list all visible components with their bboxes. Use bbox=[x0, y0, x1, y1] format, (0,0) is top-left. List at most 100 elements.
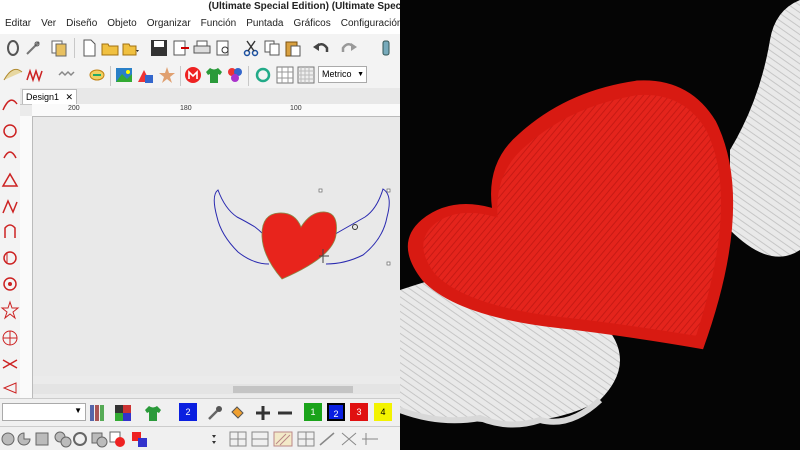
star-icon[interactable] bbox=[158, 66, 176, 84]
undo-icon[interactable] bbox=[312, 39, 330, 57]
embroidered-heart-photo bbox=[400, 0, 800, 450]
copy-icon[interactable] bbox=[263, 39, 281, 57]
design-canvas[interactable] bbox=[33, 117, 400, 376]
chevron-down-icon: ▼ bbox=[74, 406, 82, 415]
motif-fill-icon[interactable] bbox=[58, 66, 76, 84]
grid-lines-icon[interactable] bbox=[297, 66, 315, 84]
needle-icon[interactable] bbox=[24, 39, 42, 57]
triangle-tool-icon[interactable] bbox=[1, 172, 19, 187]
grid-icon[interactable] bbox=[276, 66, 294, 84]
menu-puntada[interactable]: Puntada bbox=[241, 16, 288, 34]
menu-organizar[interactable]: Organizar bbox=[142, 16, 196, 34]
thread-chart-select[interactable]: ▼ bbox=[2, 403, 86, 421]
arrow-tool-icon[interactable] bbox=[2, 382, 17, 394]
document-area: Design1 ✕ 200 180 100 bbox=[20, 88, 400, 398]
color-toolbar: ▼ 2 1 2 3 4 bbox=[0, 398, 400, 427]
wreath-icon[interactable] bbox=[254, 66, 272, 84]
grid-view-2-icon[interactable] bbox=[251, 431, 269, 447]
curve-tool-icon[interactable] bbox=[2, 99, 18, 111]
color-swatch-1[interactable]: 1 bbox=[304, 403, 322, 421]
shape-circle-icon[interactable] bbox=[1, 432, 15, 446]
units-select[interactable]: Metrico ▼ bbox=[318, 66, 367, 83]
star-fill-tool-icon[interactable] bbox=[0, 300, 20, 320]
arc-tool-icon[interactable] bbox=[3, 151, 17, 159]
shape-pie-icon[interactable] bbox=[17, 432, 31, 446]
new-file-icon[interactable] bbox=[80, 39, 98, 57]
thread-palette-icon[interactable] bbox=[88, 404, 106, 422]
red-heart-shape[interactable] bbox=[261, 211, 337, 280]
shape-overlap-icon[interactable] bbox=[54, 431, 72, 448]
align-tool-icon[interactable] bbox=[362, 433, 378, 445]
cut-icon[interactable] bbox=[242, 39, 260, 57]
more-options-icon[interactable] bbox=[212, 435, 216, 444]
shape-ring-icon[interactable] bbox=[73, 432, 87, 446]
open-dropdown-icon[interactable] bbox=[122, 39, 140, 57]
eyedropper-icon[interactable] bbox=[206, 404, 224, 422]
horizontal-scrollbar[interactable] bbox=[33, 384, 400, 394]
print-icon[interactable] bbox=[193, 39, 211, 57]
scrollbar-thumb[interactable] bbox=[233, 386, 353, 393]
monogram-icon[interactable] bbox=[184, 66, 202, 84]
embroidery-app-window: (Ultimate Special Edition) (Ultimate Spe… bbox=[0, 0, 400, 450]
remove-color-icon[interactable] bbox=[276, 404, 294, 422]
tshirt-icon[interactable] bbox=[205, 66, 223, 84]
open-folder-icon[interactable] bbox=[101, 39, 119, 57]
current-color-swatch[interactable]: 2 bbox=[179, 403, 197, 421]
shape-combine-icon[interactable] bbox=[91, 432, 108, 448]
image-icon[interactable] bbox=[115, 66, 133, 84]
measure-tool-icon[interactable] bbox=[341, 432, 357, 446]
menu-graficos[interactable]: Gráficos bbox=[289, 16, 336, 34]
color-swatch-4[interactable]: 4 bbox=[374, 403, 392, 421]
colors-icon[interactable] bbox=[226, 66, 244, 84]
ruler-tool-icon[interactable] bbox=[319, 432, 335, 446]
radial-tool-icon[interactable] bbox=[2, 330, 18, 346]
close-icon[interactable]: ✕ bbox=[65, 90, 73, 104]
grid-view-3-icon[interactable] bbox=[297, 431, 315, 447]
redo-icon[interactable] bbox=[340, 39, 358, 57]
color-swatch-3[interactable]: 3 bbox=[350, 403, 368, 421]
zigzag-icon[interactable] bbox=[26, 66, 44, 84]
shape-subtract-red-icon[interactable] bbox=[109, 431, 125, 447]
satin-icon[interactable] bbox=[2, 66, 24, 84]
ruler-label: 180 bbox=[180, 105, 192, 112]
color-swatch-2-selected[interactable]: 2 bbox=[327, 403, 345, 421]
thread-icon[interactable] bbox=[377, 39, 395, 57]
polyline-tool-icon[interactable] bbox=[2, 199, 18, 214]
copy-design-icon[interactable] bbox=[50, 39, 68, 57]
shapes-icon[interactable] bbox=[136, 66, 154, 84]
window-title: (Ultimate Special Edition) (Ultimate Spe… bbox=[208, 1, 400, 12]
hatch-fill-icon[interactable] bbox=[273, 431, 293, 447]
export-icon[interactable] bbox=[172, 39, 190, 57]
grid-view-icon[interactable] bbox=[229, 431, 247, 447]
menu-configuracion[interactable]: Configuración bbox=[336, 16, 400, 34]
crescent-tool-icon[interactable] bbox=[3, 251, 17, 265]
column-tool-icon[interactable] bbox=[4, 224, 16, 238]
shape-square-icon[interactable] bbox=[35, 432, 49, 446]
menu-funcion[interactable]: Función bbox=[196, 16, 242, 34]
save-icon[interactable] bbox=[150, 39, 168, 57]
left-tool-palette bbox=[0, 88, 21, 398]
shape-toolbar bbox=[0, 426, 400, 450]
menu-objeto[interactable]: Objeto bbox=[102, 16, 141, 34]
tab-design1[interactable]: Design1 ✕ bbox=[22, 89, 77, 104]
lines-tool-icon[interactable] bbox=[2, 359, 18, 369]
document-tab-bar: Design1 ✕ bbox=[20, 88, 400, 105]
menu-ver[interactable]: Ver bbox=[36, 16, 61, 34]
color-grid-icon[interactable] bbox=[114, 404, 132, 422]
spiral-tool-icon[interactable] bbox=[3, 277, 17, 291]
menu-diseno[interactable]: Diseño bbox=[61, 16, 102, 34]
units-select-value: Metrico bbox=[322, 69, 352, 79]
hoop-icon[interactable] bbox=[4, 39, 22, 57]
circle-tool-icon[interactable] bbox=[3, 124, 17, 138]
add-color-icon[interactable] bbox=[254, 404, 272, 422]
shape-intersect-icon[interactable] bbox=[132, 432, 147, 447]
paste-icon[interactable] bbox=[284, 39, 302, 57]
paint-bucket-icon[interactable] bbox=[228, 404, 246, 422]
menu-editar[interactable]: Editar bbox=[0, 16, 36, 34]
upper-wing-embroidery bbox=[730, 0, 800, 257]
print-preview-icon[interactable] bbox=[214, 39, 232, 57]
ruler-label: 100 bbox=[290, 105, 302, 112]
pivot-marker[interactable] bbox=[352, 224, 358, 230]
applique-icon[interactable] bbox=[88, 66, 106, 84]
garment-icon[interactable] bbox=[144, 404, 162, 422]
